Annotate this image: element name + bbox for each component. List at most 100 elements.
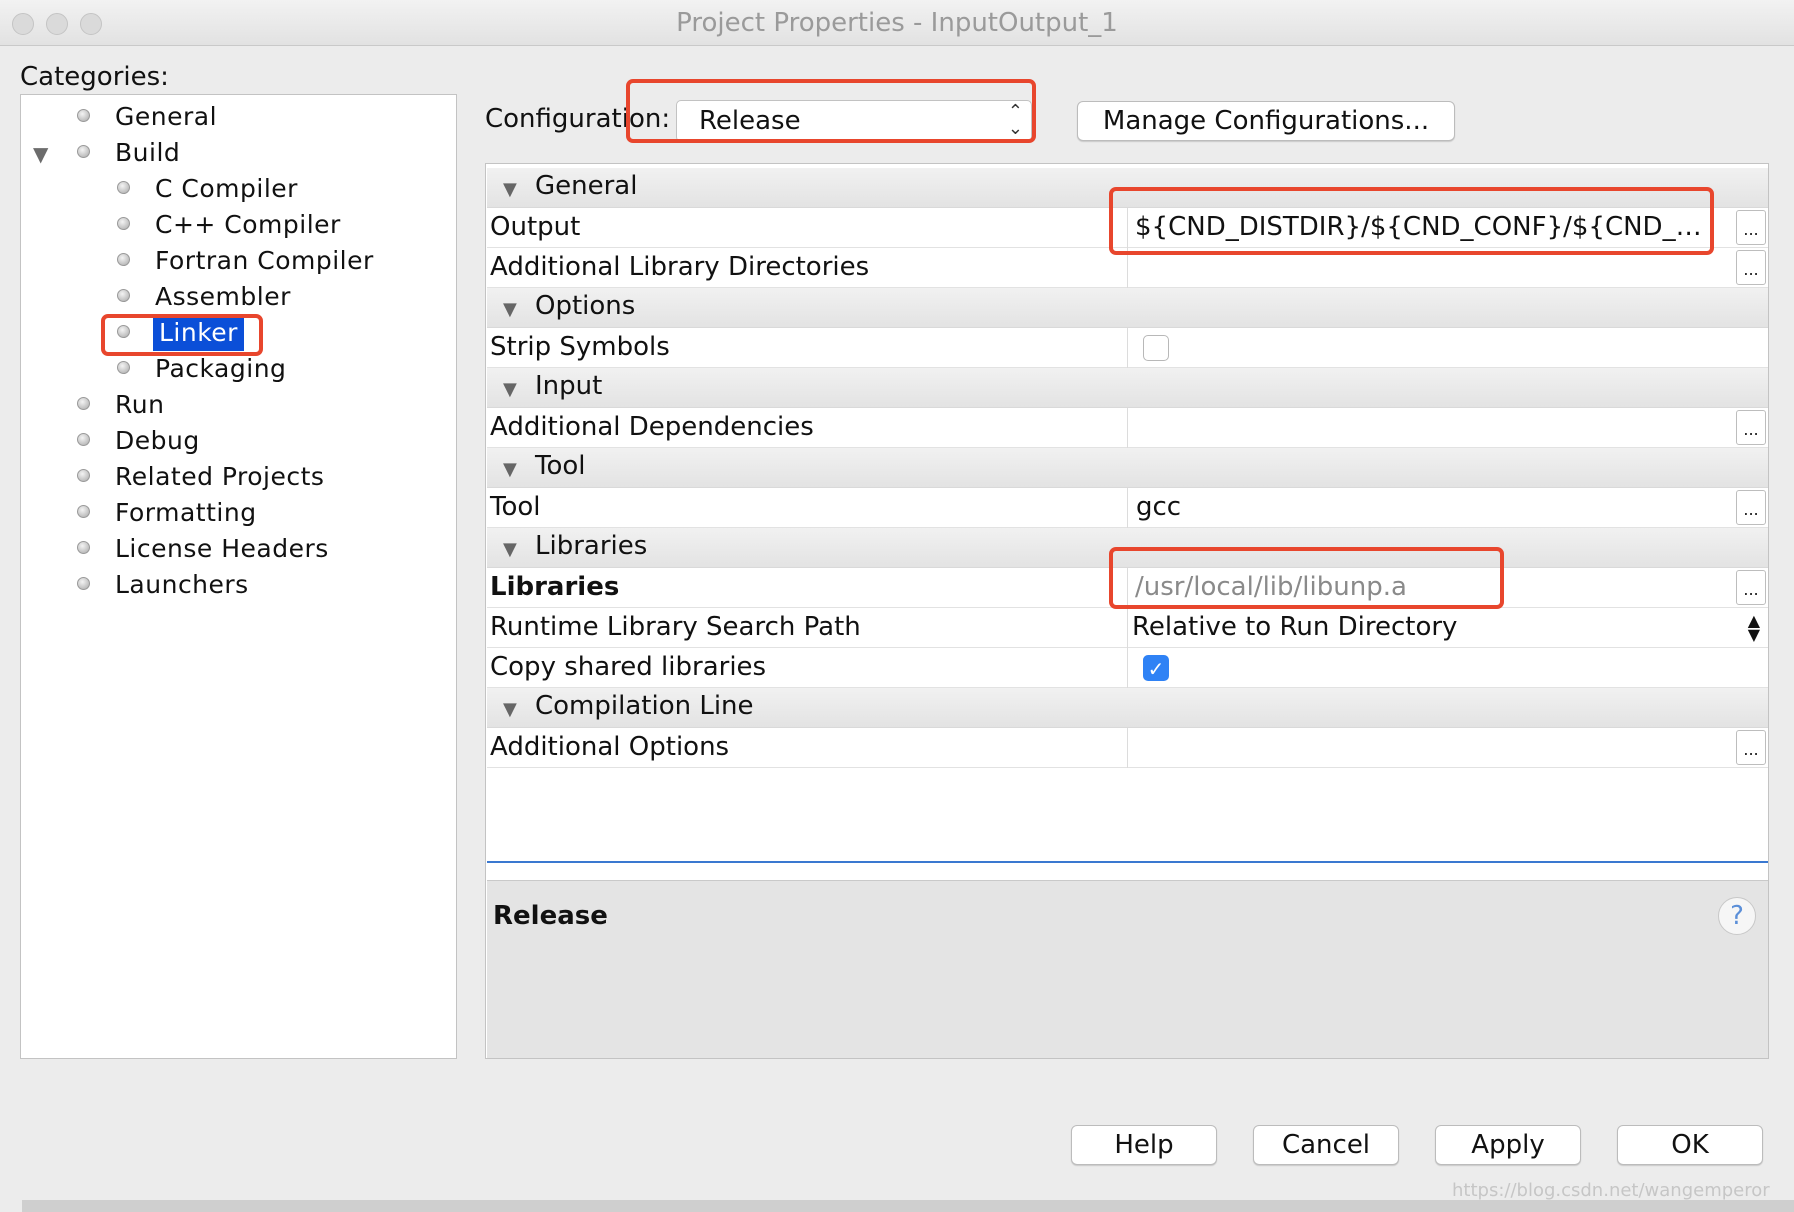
cancel-button[interactable]: Cancel xyxy=(1253,1125,1399,1165)
tool-browse-button[interactable]: ... xyxy=(1736,490,1766,525)
category-label: Assembler xyxy=(155,282,291,311)
property-copy-shared-libraries[interactable]: Copy shared libraries ✓ xyxy=(487,648,1768,688)
section-libraries[interactable]: ▼ Libraries xyxy=(487,528,1768,568)
section-title: Libraries xyxy=(535,531,648,561)
runtime-library-search-path-select[interactable]: Relative to Run Directory xyxy=(1132,612,1712,642)
manage-configurations-button[interactable]: Manage Configurations... xyxy=(1077,101,1455,141)
triangle-down-icon: ▼ xyxy=(503,539,517,560)
title-bar: Project Properties - InputOutput_1 xyxy=(0,0,1794,46)
triangle-down-icon: ▼ xyxy=(503,179,517,200)
configuration-value: Release xyxy=(699,106,801,136)
categories-tree: ▼ General Build C Compiler C++ Compiler … xyxy=(20,94,457,1059)
property-additional-library-directories[interactable]: Additional Library Directories ... xyxy=(487,248,1768,288)
updown-arrows-icon[interactable]: ▲ ▼ xyxy=(1748,613,1760,643)
category-label: Build xyxy=(115,138,181,167)
copy-shared-libraries-checkbox[interactable]: ✓ xyxy=(1143,655,1169,681)
libraries-browse-button[interactable]: ... xyxy=(1736,570,1766,605)
property-tool[interactable]: Tool gcc ... xyxy=(487,488,1768,528)
node-dot-icon xyxy=(77,469,90,482)
triangle-down-icon: ▼ xyxy=(503,379,517,400)
category-general[interactable]: General xyxy=(21,99,421,135)
updown-chevron-icon: ⌃ ⌄ xyxy=(1007,101,1023,139)
triangle-down-icon: ▼ xyxy=(503,459,517,480)
category-run[interactable]: Run xyxy=(21,387,421,423)
category-debug[interactable]: Debug xyxy=(21,423,421,459)
property-name: Libraries xyxy=(490,572,620,602)
category-related-projects[interactable]: Related Projects xyxy=(21,459,421,495)
category-linker[interactable]: Linker xyxy=(21,315,421,351)
category-label: Packaging xyxy=(155,354,287,383)
property-name: Copy shared libraries xyxy=(490,652,767,682)
triangle-down-icon: ▼ xyxy=(503,699,517,720)
node-dot-icon xyxy=(77,577,90,590)
configuration-label: Configuration: xyxy=(485,104,671,134)
additional-dependencies-browse-button[interactable]: ... xyxy=(1736,410,1766,445)
node-dot-icon xyxy=(117,217,130,230)
node-dot-icon xyxy=(77,433,90,446)
category-label: Fortran Compiler xyxy=(155,246,374,275)
category-build[interactable]: Build xyxy=(21,135,421,171)
category-label: Run xyxy=(115,390,165,419)
property-runtime-library-search-path[interactable]: Runtime Library Search Path Relative to … xyxy=(487,608,1768,648)
additional-options-browse-button[interactable]: ... xyxy=(1736,730,1766,765)
node-dot-icon xyxy=(117,361,130,374)
section-title: General xyxy=(535,171,638,201)
property-strip-symbols[interactable]: Strip Symbols xyxy=(487,328,1768,368)
category-label: Debug xyxy=(115,426,200,455)
bottom-strip xyxy=(22,1200,1794,1212)
category-label: License Headers xyxy=(115,534,329,563)
property-name: Additional Options xyxy=(490,732,730,762)
category-c-compiler[interactable]: C Compiler xyxy=(21,171,421,207)
ok-button[interactable]: OK xyxy=(1617,1125,1763,1165)
section-general[interactable]: ▼ General xyxy=(487,168,1768,208)
property-name: Additional Dependencies xyxy=(490,412,814,442)
question-mark-icon[interactable]: ? xyxy=(1718,897,1756,935)
category-label: Related Projects xyxy=(115,462,325,491)
property-output[interactable]: Output ${CND_DISTDIR}/${CND_CONF}/${CND_… xyxy=(487,208,1768,248)
node-dot-icon xyxy=(77,541,90,554)
additional-library-directories-browse-button[interactable]: ... xyxy=(1736,250,1766,285)
output-browse-button[interactable]: ... xyxy=(1736,210,1766,245)
project-properties-window: Project Properties - InputOutput_1 Categ… xyxy=(0,0,1794,1212)
category-label: C++ Compiler xyxy=(155,210,341,239)
strip-symbols-checkbox[interactable] xyxy=(1143,335,1169,361)
section-tool[interactable]: ▼ Tool xyxy=(487,448,1768,488)
property-additional-options[interactable]: Additional Options ... xyxy=(487,728,1768,768)
category-label: Linker xyxy=(153,315,244,351)
node-dot-icon xyxy=(117,253,130,266)
category-cpp-compiler[interactable]: C++ Compiler xyxy=(21,207,421,243)
triangle-down-icon: ▼ xyxy=(503,299,517,320)
category-packaging[interactable]: Packaging xyxy=(21,351,421,387)
libraries-value[interactable]: /usr/local/lib/libunp.a xyxy=(1135,572,1715,602)
category-formatting[interactable]: Formatting xyxy=(21,495,421,531)
description-title: Release xyxy=(493,901,608,931)
category-label: General xyxy=(115,102,218,131)
category-launchers[interactable]: Launchers xyxy=(21,567,421,603)
help-button[interactable]: Help xyxy=(1071,1125,1217,1165)
section-input[interactable]: ▼ Input xyxy=(487,368,1768,408)
category-assembler[interactable]: Assembler xyxy=(21,279,421,315)
tool-value[interactable]: gcc xyxy=(1136,492,1716,522)
property-name: Additional Library Directories xyxy=(490,252,870,282)
configuration-select[interactable]: Release ⌃ ⌄ xyxy=(676,100,1032,142)
node-dot-icon xyxy=(117,181,130,194)
section-compilation-line[interactable]: ▼ Compilation Line xyxy=(487,688,1768,728)
section-options[interactable]: ▼ Options xyxy=(487,288,1768,328)
property-name: Runtime Library Search Path xyxy=(490,612,861,642)
node-dot-icon xyxy=(77,109,90,122)
category-fortran-compiler[interactable]: Fortran Compiler xyxy=(21,243,421,279)
node-dot-icon xyxy=(117,325,130,338)
node-dot-icon xyxy=(77,397,90,410)
description-splitter[interactable] xyxy=(487,861,1768,863)
description-panel: Release ? xyxy=(487,880,1768,1058)
apply-button[interactable]: Apply xyxy=(1435,1125,1581,1165)
section-title: Compilation Line xyxy=(535,691,754,721)
property-name: Tool xyxy=(490,492,541,522)
output-value[interactable]: ${CND_DISTDIR}/${CND_CONF}/${CND_PLATFOR… xyxy=(1135,212,1717,242)
property-sheet: ▼ General Output ${CND_DISTDIR}/${CND_CO… xyxy=(485,163,1769,1059)
property-name: Strip Symbols xyxy=(490,332,670,362)
property-libraries[interactable]: Libraries /usr/local/lib/libunp.a ... xyxy=(487,568,1768,608)
property-additional-dependencies[interactable]: Additional Dependencies ... xyxy=(487,408,1768,448)
node-dot-icon xyxy=(77,145,90,158)
category-license-headers[interactable]: License Headers xyxy=(21,531,421,567)
